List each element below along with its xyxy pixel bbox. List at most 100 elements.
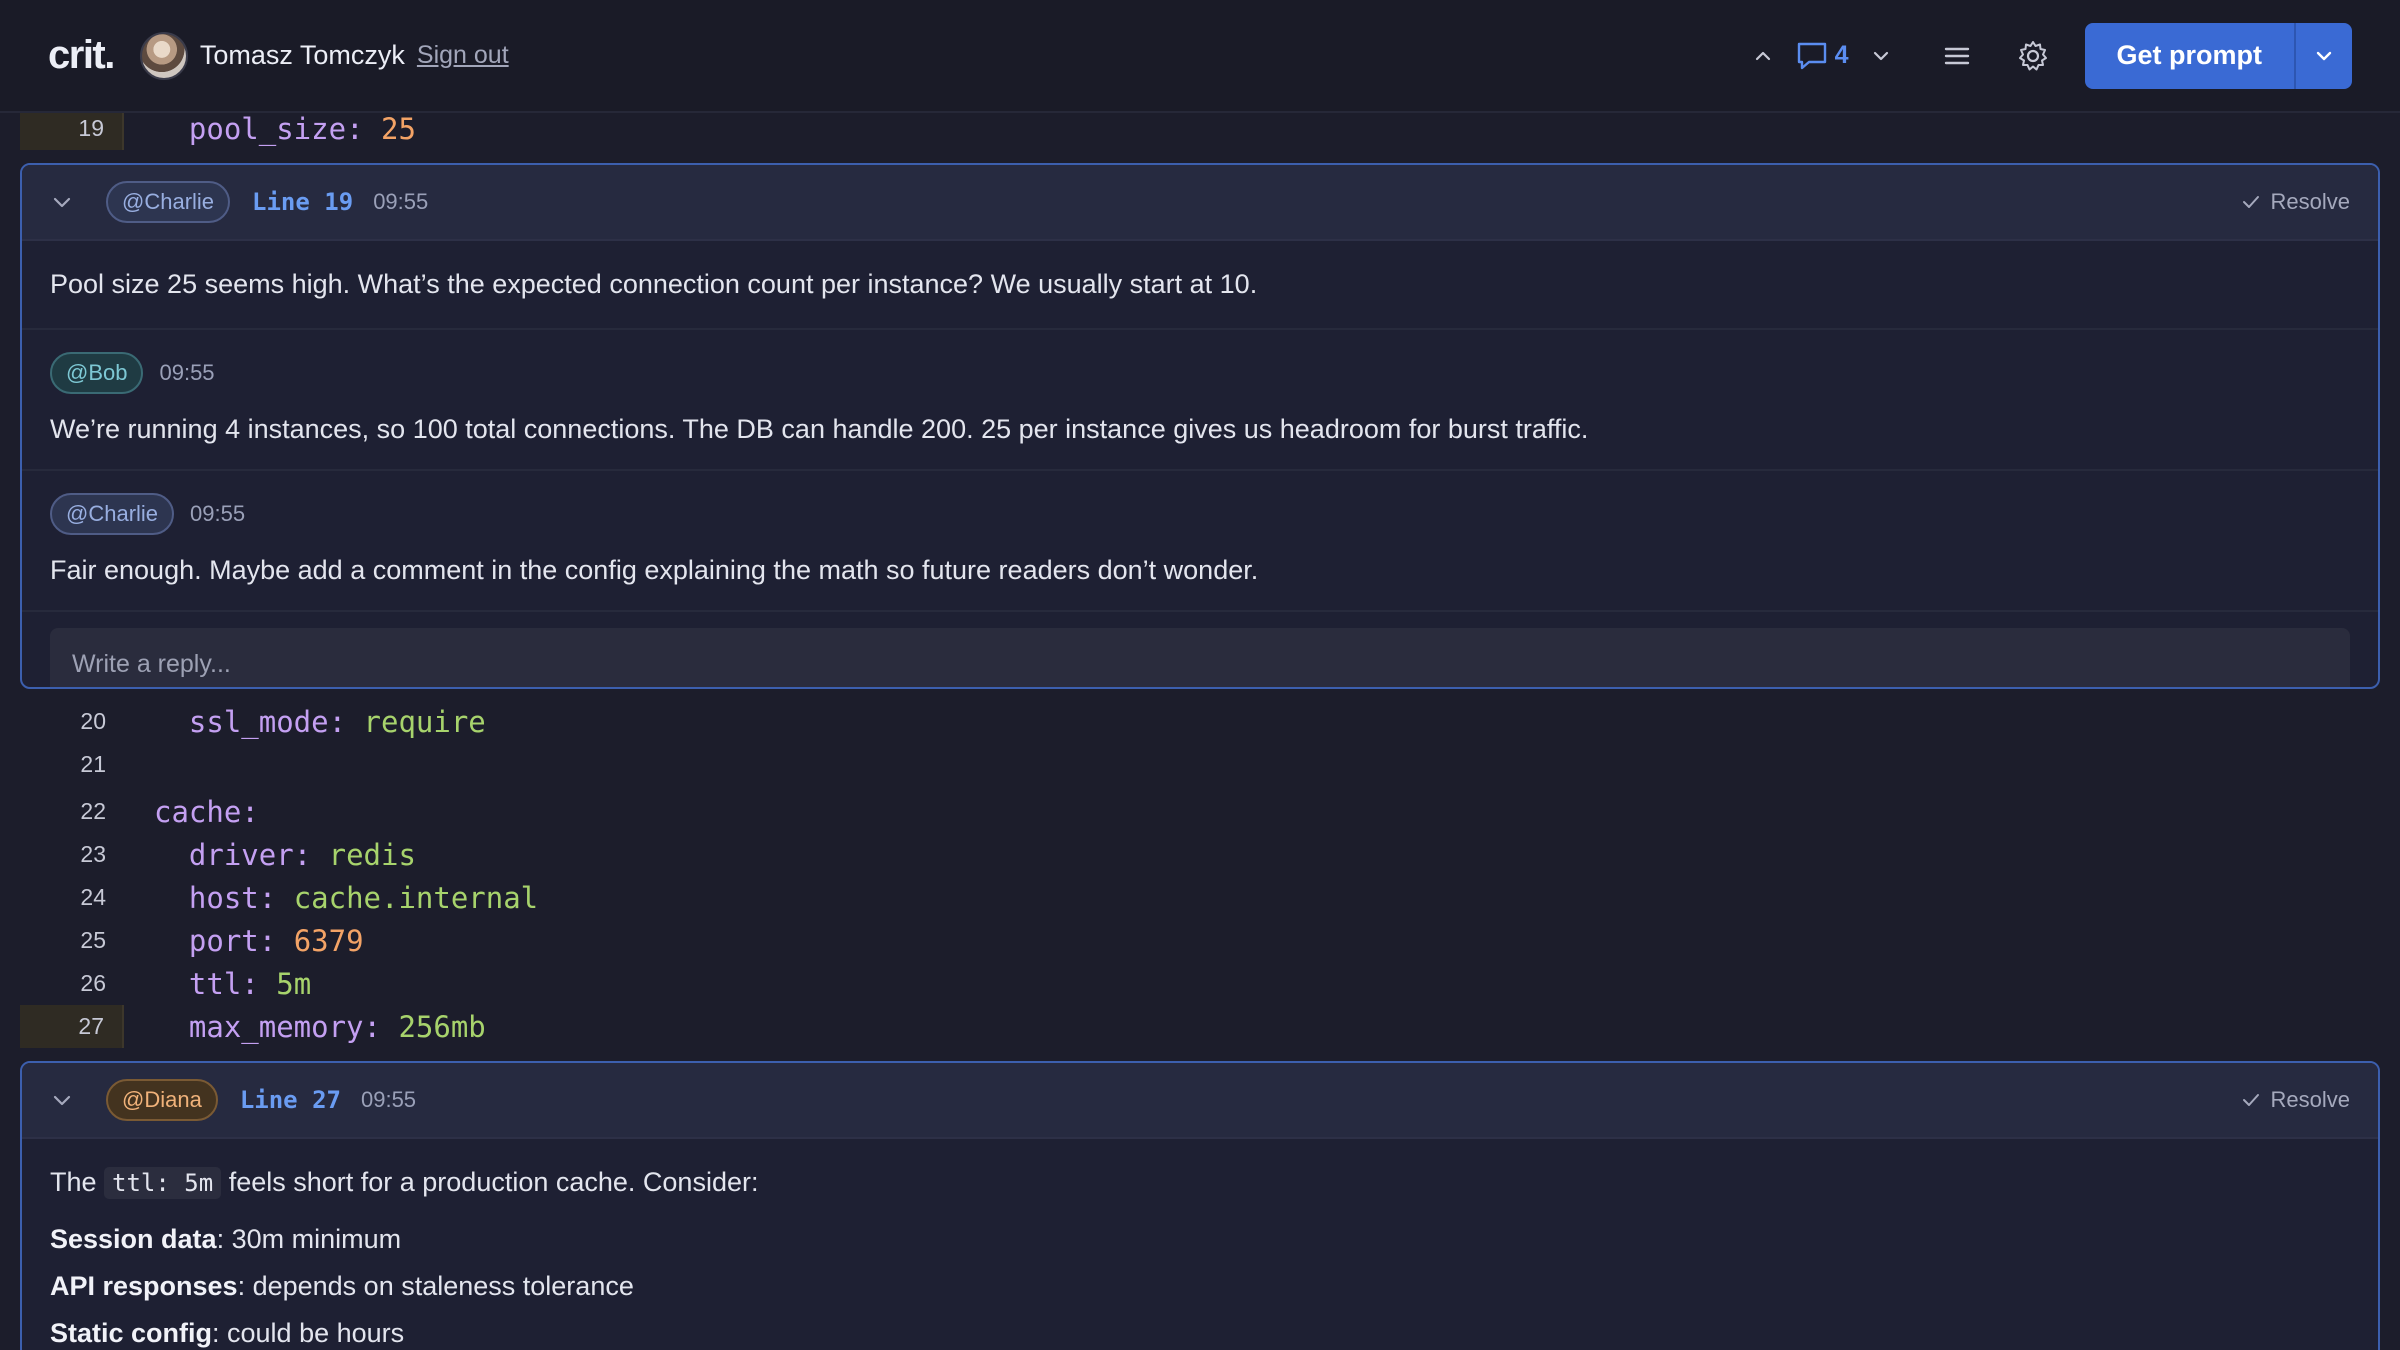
inline-code: ttl: 5m [104, 1167, 222, 1199]
list-item-label: API responses [50, 1271, 238, 1302]
comment-text: Pool size 25 seems high. What’s the expe… [50, 269, 1258, 299]
yaml-value: 25 [380, 111, 416, 146]
yaml-value: 256mb [398, 1009, 486, 1044]
code-content: cache: [124, 795, 259, 829]
yaml-value: 6379 [293, 923, 364, 958]
resolve-label: Resolve [2270, 189, 2350, 214]
sign-out-link[interactable]: Sign out [417, 41, 509, 70]
code-content: ssl_mode: require [124, 705, 486, 739]
comment-time: 09:55 [373, 189, 429, 214]
comment-time: 09:55 [360, 1087, 417, 1112]
reply-text: Fair enough. Maybe add a comment in the … [50, 555, 1259, 586]
code-line[interactable]: 26 ttl: 5m [20, 962, 2380, 1005]
comment-text: The ttl: 5m feels short for a production… [50, 1165, 2350, 1200]
code-line[interactable]: 27 max_memory: 256mb [20, 1005, 2380, 1048]
yaml-key: ssl_mode [188, 704, 329, 739]
yaml-key: host [188, 880, 259, 915]
chevron-down-icon [2316, 51, 2332, 60]
author-badge: @Charlie [50, 493, 175, 536]
previous-comment-button[interactable] [1745, 38, 1781, 74]
get-prompt-dropdown-button[interactable] [2294, 22, 2352, 89]
yaml-value: 5m [276, 966, 312, 1001]
reply-item: @Bob 09:55 We’re running 4 instances, so… [22, 330, 2378, 472]
code-line[interactable]: 25 port: 6379 [20, 919, 2380, 962]
comment-body: Pool size 25 seems high. What’s the expe… [22, 241, 2378, 331]
line-reference-link[interactable]: Line 27 [240, 1086, 341, 1114]
get-prompt-button-group: Get prompt [2084, 22, 2352, 89]
list-item-label: Static config [50, 1318, 213, 1349]
settings-button[interactable] [2015, 38, 2051, 74]
top-bar: crit. Tomasz Tomczyk Sign out 4 Get prom… [0, 0, 2400, 113]
line-number[interactable]: 26 [20, 962, 124, 1005]
yaml-colon: : [241, 966, 277, 1001]
comment-thread: @Diana Line 27 09:55 Resolve The ttl: 5m… [20, 1061, 2380, 1350]
list-item-text: : could be hours [212, 1318, 405, 1349]
avatar [139, 31, 188, 80]
reply-input[interactable] [50, 628, 2350, 687]
collapse-thread-button[interactable] [50, 1087, 76, 1113]
code-line[interactable]: 22 cache: [20, 790, 2380, 833]
line-number[interactable]: 21 [20, 743, 124, 786]
code-line[interactable]: 21 [20, 743, 2380, 786]
code-line[interactable]: 24 host: cache.internal [20, 876, 2380, 919]
yaml-key: port [188, 923, 259, 958]
yaml-colon: : [241, 794, 259, 829]
comment-bubble-icon [1797, 42, 1826, 69]
code-content: driver: redis [124, 838, 416, 872]
collapse-thread-button[interactable] [50, 189, 76, 215]
code-line[interactable]: 19 pool_size: 25 [20, 107, 2380, 150]
list-item: Session data: 30m minimum [50, 1222, 2350, 1257]
line-number[interactable]: 19 [20, 107, 124, 150]
comment-count: 4 [1834, 41, 1849, 69]
line-number[interactable]: 22 [20, 790, 124, 833]
yaml-colon: : [346, 111, 381, 146]
resolve-label: Resolve [2270, 1087, 2350, 1112]
code-content: max_memory: 256mb [124, 1010, 486, 1044]
thread-header: @Diana Line 27 09:55 Resolve [22, 1063, 2378, 1139]
intro-before: The [50, 1167, 105, 1197]
reply-item: @Charlie 09:55 Fair enough. Maybe add a … [22, 471, 2378, 613]
user-name: Tomasz Tomczyk [199, 40, 405, 70]
line-reference-link[interactable]: Line 19 [252, 188, 353, 216]
list-item-label: Session data [50, 1224, 217, 1255]
code-line[interactable]: 20 ssl_mode: require [20, 700, 2380, 743]
get-prompt-button[interactable]: Get prompt [2085, 23, 2295, 89]
next-comment-button[interactable] [1863, 38, 1899, 74]
code-content: pool_size: 25 [124, 112, 416, 146]
chevron-down-icon [53, 1095, 71, 1106]
line-number[interactable]: 27 [20, 1005, 124, 1048]
app-logo[interactable]: crit. [48, 33, 115, 78]
line-number[interactable]: 25 [20, 919, 124, 962]
yaml-colon: : [328, 704, 364, 739]
comment-body: The ttl: 5m feels short for a production… [22, 1139, 2378, 1350]
author-badge: @Charlie [106, 181, 231, 223]
line-number[interactable]: 23 [20, 833, 124, 876]
line-number[interactable]: 24 [20, 876, 124, 919]
yaml-colon: : [363, 1009, 399, 1044]
yaml-key: cache [154, 794, 242, 829]
code-line[interactable]: 23 driver: redis [20, 833, 2380, 876]
comment-thread: @Charlie Line 19 09:55 Resolve Pool size… [20, 163, 2380, 689]
menu-button[interactable] [1939, 38, 1975, 74]
reply-meta: @Charlie 09:55 [50, 493, 2350, 536]
line-number[interactable]: 20 [20, 700, 124, 743]
reply-time: 09:55 [190, 501, 246, 527]
author-badge: @Bob [50, 352, 144, 395]
resolve-button[interactable]: Resolve [2241, 189, 2350, 215]
author-badge: @Diana [106, 1079, 218, 1121]
thread-header: @Charlie Line 19 09:55 Resolve [22, 165, 2378, 241]
reply-text: We’re running 4 instances, so 100 total … [50, 414, 1589, 445]
yaml-value: cache.internal [293, 880, 539, 915]
yaml-colon: : [258, 880, 294, 915]
list-item-text: : 30m minimum [216, 1224, 402, 1255]
reply-meta: @Bob 09:55 [50, 352, 2350, 395]
comment-count-button[interactable]: 4 [1795, 40, 1849, 72]
yaml-key: ttl [188, 966, 242, 1001]
resolve-button[interactable]: Resolve [2241, 1087, 2350, 1113]
